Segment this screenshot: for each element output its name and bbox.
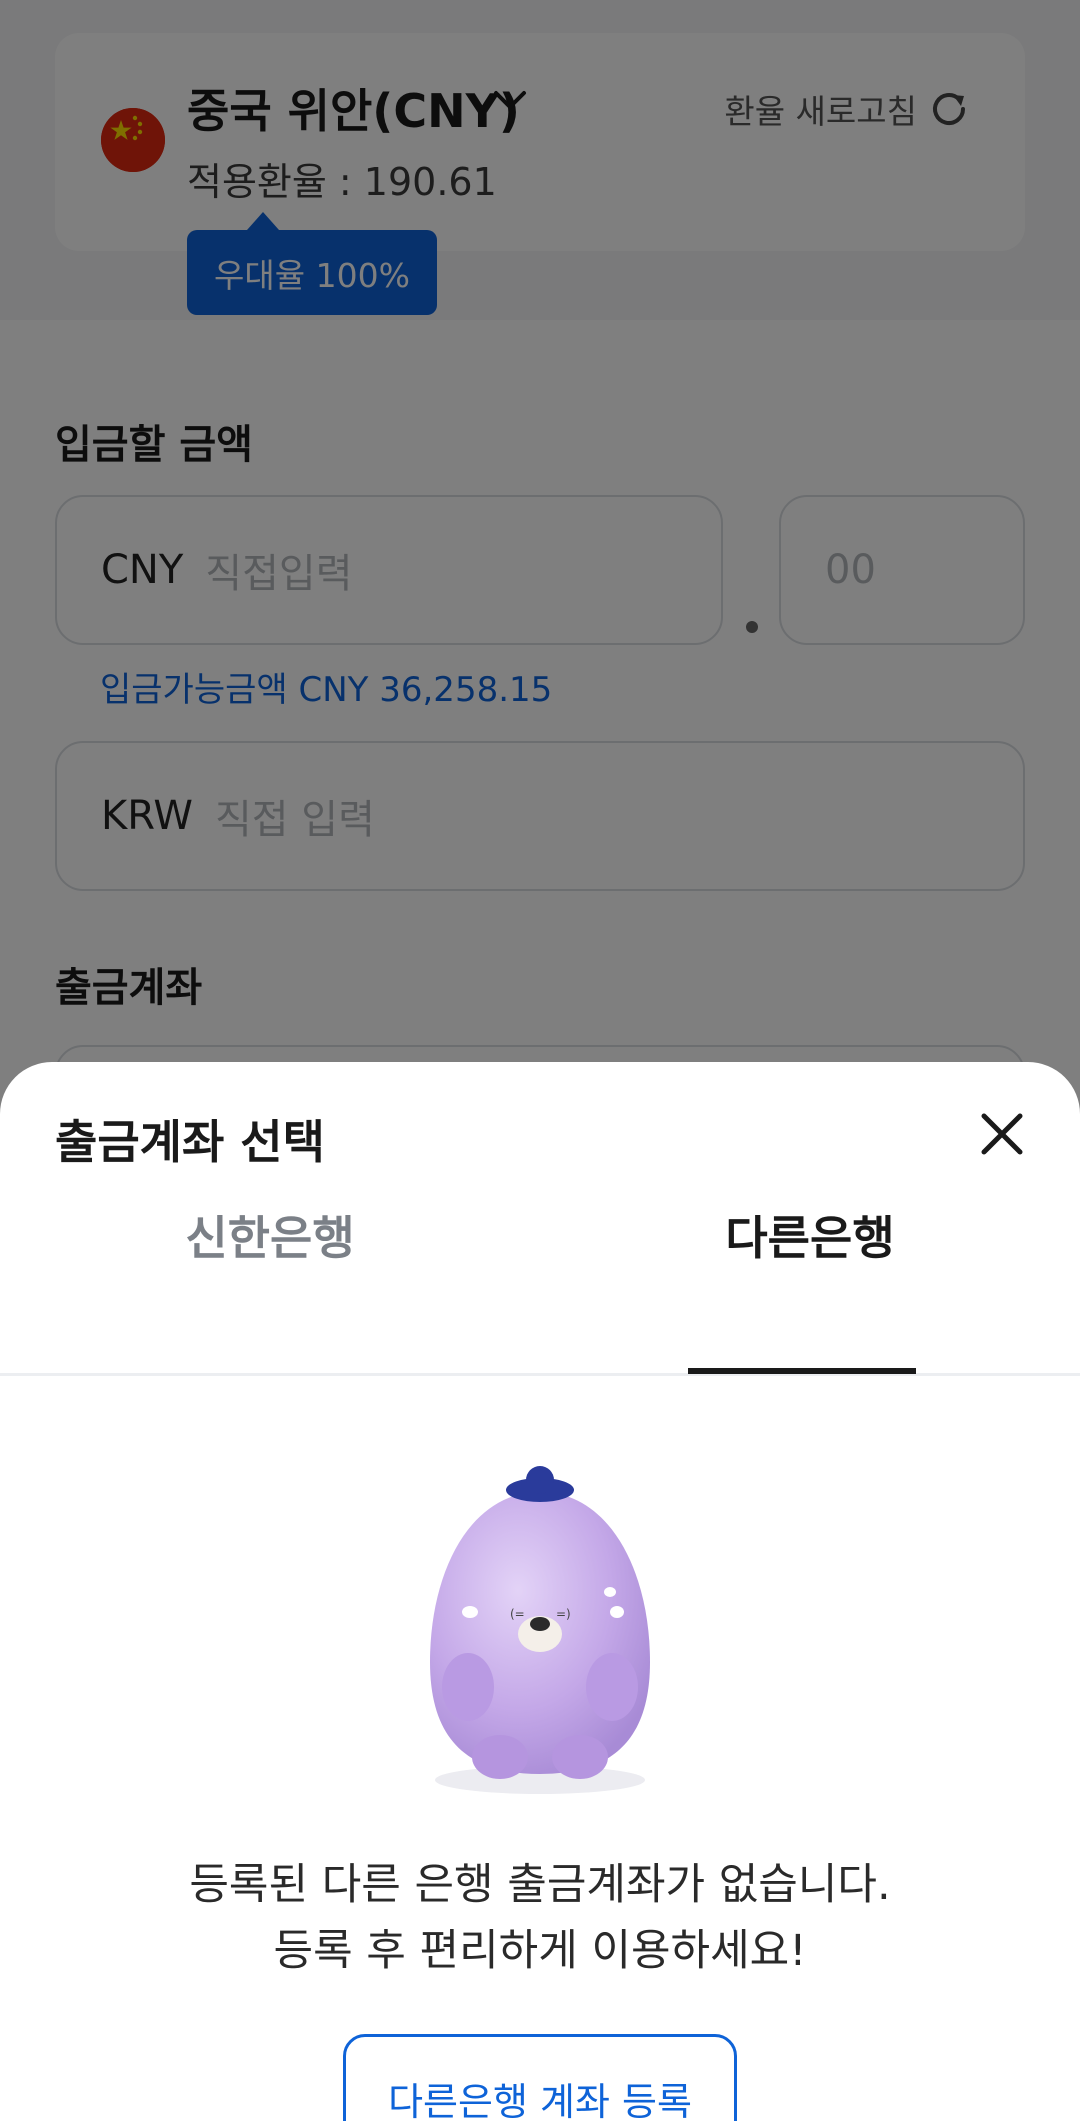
withdraw-account-sheet: 출금계좌 선택 신한은행 다른은행 (= =) 등록된 다른 은행 출금계좌가 … — [0, 1062, 1080, 2121]
tab-other-bank[interactable]: 다른은행 — [540, 1194, 1080, 1374]
close-icon[interactable] — [972, 1104, 1032, 1164]
empty-message-line2: 등록 후 편리하게 이용하세요! — [273, 1926, 807, 1976]
active-tab-indicator — [688, 1368, 916, 1374]
register-other-bank-button[interactable]: 다른은행 계좌 등록 — [343, 2034, 737, 2121]
bank-tabs: 신한은행 다른은행 — [0, 1194, 1080, 1376]
tab-shinhan-bank[interactable]: 신한은행 — [0, 1194, 540, 1374]
mascot-illustration: (= =) — [430, 1466, 650, 1794]
empty-message-line1: 등록된 다른 은행 출금계좌가 없습니다. — [189, 1860, 891, 1910]
empty-state-message: 등록된 다른 은행 출금계좌가 없습니다. 등록 후 편리하게 이용하세요! — [0, 1852, 1080, 1984]
svg-text:(=: (= — [510, 1607, 525, 1621]
svg-text:=): =) — [556, 1607, 571, 1621]
sheet-title: 출금계좌 선택 — [55, 1115, 325, 1169]
